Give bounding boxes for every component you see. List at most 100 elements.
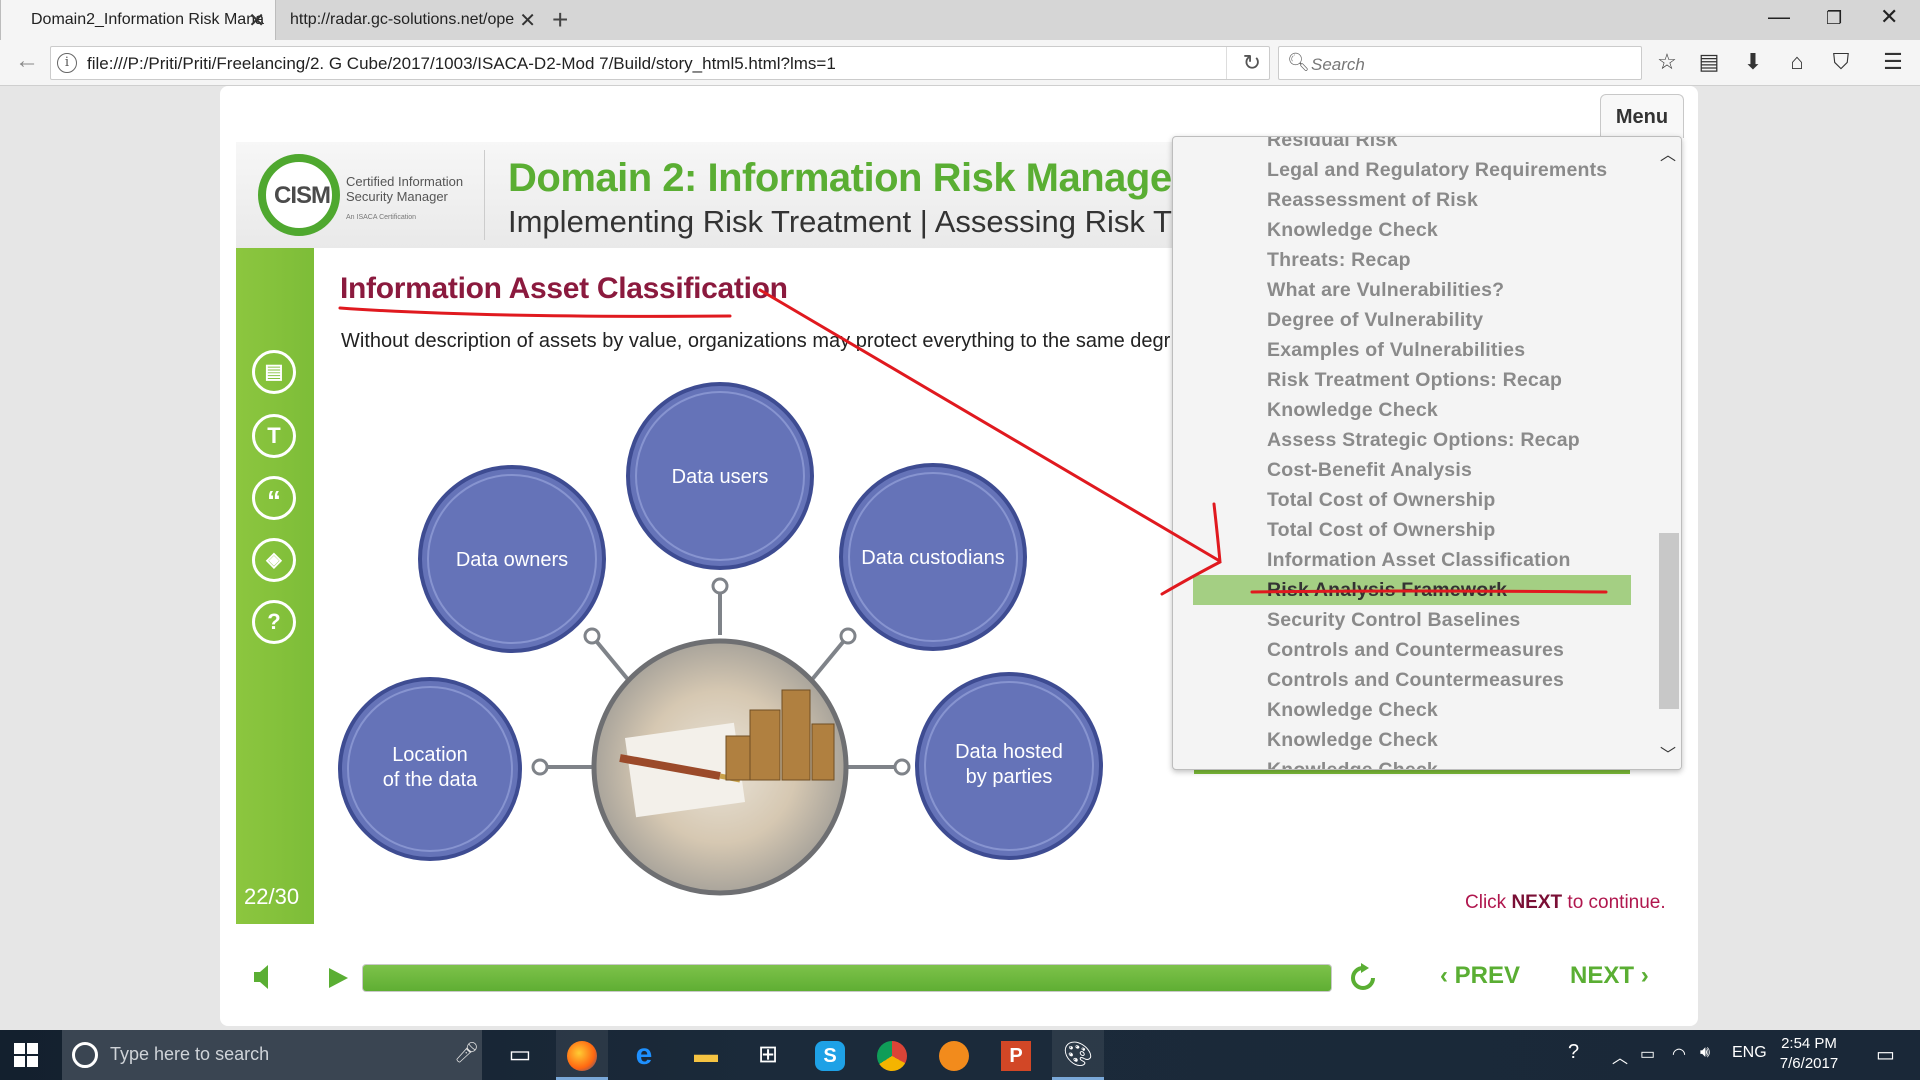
menu-item[interactable]: Risk Analysis Framework <box>1193 575 1631 605</box>
firefox-icon[interactable] <box>556 1030 608 1080</box>
menu-item[interactable]: Assess Strategic Options: Recap <box>1193 425 1631 455</box>
glossary-icon[interactable]: ▤ <box>252 350 296 394</box>
windows-start-icon[interactable] <box>14 1043 38 1067</box>
label-location-line2: of the data <box>383 769 478 791</box>
menu-item[interactable]: Reassessment of Risk <box>1193 185 1631 215</box>
home-icon[interactable]: ⌂ <box>1782 49 1812 77</box>
url-text: file:///P:/Priti/Priti/Freelancing/2. G … <box>87 54 836 73</box>
chrome-icon[interactable] <box>866 1030 918 1080</box>
progress-fill <box>363 965 1331 991</box>
window-close-icon[interactable]: ✕ <box>1880 4 1898 30</box>
wifi-icon[interactable]: ◠ <box>1672 1044 1686 1064</box>
menu-button[interactable]: Menu <box>1600 94 1684 138</box>
task-view-icon[interactable]: ▭ <box>494 1030 546 1080</box>
chevron-down-icon[interactable]: ﹀ <box>1660 741 1676 765</box>
menu-item[interactable]: Knowledge Check <box>1193 215 1631 245</box>
menu-item[interactable]: Knowledge Check <box>1193 755 1631 769</box>
chevron-up-icon[interactable]: ︿ <box>1660 141 1676 165</box>
prev-label: PREV <box>1454 962 1521 989</box>
menu-item[interactable]: Information Asset Classification <box>1193 545 1631 575</box>
domain-title: Domain 2: Information Risk Management <box>508 156 1266 200</box>
menu-item[interactable]: Threats: Recap <box>1193 245 1631 275</box>
show-hidden-icons[interactable]: ︿ <box>1612 1044 1628 1068</box>
scrollbar-thumb[interactable] <box>1659 533 1679 709</box>
language-indicator[interactable]: ENG <box>1732 1044 1767 1062</box>
windows-taskbar: Type here to search 🎤︎ ▭ e ▬ ⊞ S P 🎨︎ ? … <box>0 1030 1920 1080</box>
powerpoint-icon[interactable]: P <box>990 1030 1042 1080</box>
system-clock[interactable]: 2:54 PM 7/6/2017 <box>1764 1034 1854 1074</box>
menu-item[interactable]: Risk Treatment Options: Recap <box>1193 365 1631 395</box>
prev-button[interactable]: ‹ PREV <box>1440 962 1520 990</box>
menu-item[interactable]: Security Control Baselines <box>1193 605 1631 635</box>
label-data-custodians: Data custodians <box>861 547 1004 569</box>
minimize-icon[interactable]: — <box>1768 4 1790 30</box>
skype-icon[interactable]: S <box>804 1030 856 1080</box>
info-icon[interactable]: i <box>57 53 77 73</box>
quote-icon[interactable]: “ <box>252 476 296 520</box>
menu-item[interactable]: Knowledge Check <box>1193 395 1631 425</box>
restore-icon[interactable]: ❐ <box>1826 8 1842 29</box>
search-input[interactable]: 🔍︎ Search <box>1278 46 1642 80</box>
clock-time: 2:54 PM <box>1781 1035 1837 1052</box>
help-tray-icon[interactable]: ? <box>1568 1041 1579 1064</box>
menu-item[interactable]: Residual Risk <box>1193 137 1631 155</box>
continue-next: NEXT <box>1511 892 1563 913</box>
tab-radar[interactable]: http://radar.gc-solutions.net/ope ✕ <box>276 0 546 40</box>
taskbar-search-placeholder: Type here to search <box>110 1044 270 1064</box>
menu-item[interactable]: Examples of Vulnerabilities <box>1193 335 1631 365</box>
tab-domain2[interactable]: Domain2_Information Risk Mana ✕ <box>0 0 276 40</box>
close-tab-icon[interactable]: ✕ <box>519 8 536 33</box>
reading-list-icon[interactable]: ▤ <box>1694 49 1724 77</box>
menu-dropdown: Residual Risk Legal and Regulatory Requir… <box>1172 136 1682 770</box>
back-arrow-icon[interactable]: ← <box>12 47 42 77</box>
bookmark-star-icon[interactable]: ☆ <box>1652 49 1682 77</box>
course-sidebar: ▤ T “ ◈ ? 22/30 <box>236 248 314 924</box>
address-bar[interactable]: i file:///P:/Priti/Priti/Freelancing/2. … <box>50 46 1270 80</box>
store-icon[interactable]: ⊞ <box>742 1030 794 1080</box>
resources-layers-icon[interactable]: ◈ <box>252 538 296 582</box>
menu-scrollbar[interactable]: ︿ ﹀ <box>1655 137 1681 769</box>
file-explorer-icon[interactable]: ▬ <box>680 1030 732 1080</box>
menu-item[interactable]: Cost-Benefit Analysis <box>1193 455 1631 485</box>
download-icon[interactable]: ⬇ <box>1738 49 1768 77</box>
volume-tray-icon[interactable]: 🔊︎ <box>1700 1044 1710 1062</box>
search-placeholder: Search <box>1311 55 1365 74</box>
paint-icon[interactable]: 🎨︎ <box>1052 1030 1104 1080</box>
edge-icon[interactable]: e <box>618 1030 670 1080</box>
volume-icon[interactable] <box>250 962 280 992</box>
menu-item[interactable]: Total Cost of Ownership <box>1193 485 1631 515</box>
clock-date: 7/6/2017 <box>1779 1055 1839 1072</box>
continue-pre: Click <box>1465 892 1512 913</box>
continue-hint: Click NEXT to continue. <box>1465 892 1666 914</box>
new-tab-icon[interactable]: + <box>552 4 568 36</box>
menu-item[interactable]: Controls and Countermeasures <box>1193 665 1631 695</box>
next-label: NEXT <box>1570 962 1635 989</box>
action-center-icon[interactable]: ▭ <box>1876 1042 1895 1067</box>
close-tab-icon[interactable]: ✕ <box>248 8 265 33</box>
microphone-icon[interactable]: 🎤︎ <box>454 1040 479 1065</box>
label-data-owners: Data owners <box>456 549 568 571</box>
playback-progress-bar[interactable] <box>362 964 1332 992</box>
menu-item[interactable]: Knowledge Check <box>1193 695 1631 725</box>
menu-item[interactable]: What are Vulnerabilities? <box>1193 275 1631 305</box>
reload-icon[interactable]: ↻ <box>1243 50 1261 76</box>
help-icon[interactable]: ? <box>252 600 296 644</box>
menu-item[interactable]: Legal and Regulatory Requirements <box>1193 155 1631 185</box>
next-button[interactable]: NEXT › <box>1570 962 1649 990</box>
menu-item[interactable]: Knowledge Check <box>1193 725 1631 755</box>
tab-label: http://radar.gc-solutions.net/ope <box>290 11 515 28</box>
label-hosted-line2: by parties <box>966 766 1053 788</box>
battery-icon[interactable]: ▭ <box>1640 1044 1655 1064</box>
vlc-icon[interactable] <box>928 1030 980 1080</box>
play-icon[interactable] <box>326 966 350 990</box>
taskbar-search-box[interactable]: Type here to search 🎤︎ <box>62 1030 482 1080</box>
hamburger-menu-icon[interactable]: ☰ <box>1878 49 1908 77</box>
replay-icon[interactable] <box>1347 962 1379 994</box>
browser-nav-bar: ← i file:///P:/Priti/Priti/Freelancing/2… <box>0 40 1920 86</box>
cism-logo-tagline: An ISACA Certification <box>346 214 417 221</box>
menu-item[interactable]: Degree of Vulnerability <box>1193 305 1631 335</box>
pocket-icon[interactable]: ⛉ <box>1826 49 1856 77</box>
menu-item[interactable]: Controls and Countermeasures <box>1193 635 1631 665</box>
transcript-icon[interactable]: T <box>252 414 296 458</box>
menu-item[interactable]: Total Cost of Ownership <box>1193 515 1631 545</box>
